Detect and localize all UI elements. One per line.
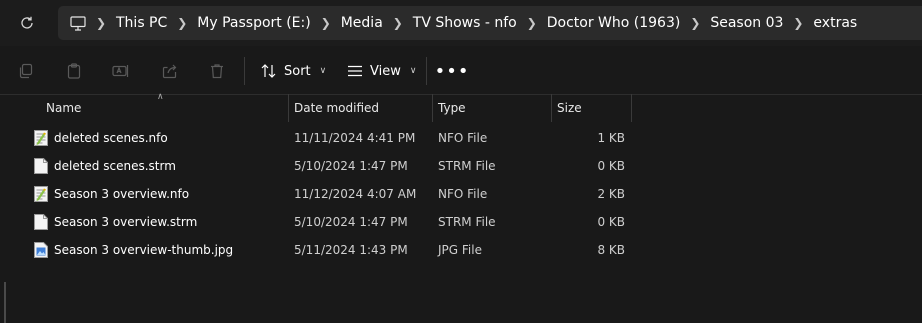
chevron-right-icon[interactable]: ❯ [383,16,413,30]
more-options-button[interactable]: ••• [435,60,469,82]
breadcrumb[interactable]: ❯ This PC ❯ My Passport (E:) ❯ Media ❯ T… [58,6,922,40]
column-divider[interactable] [432,94,433,122]
column-header: ∧ Name Date modified Type Size [0,92,922,122]
chevron-right-icon[interactable]: ❯ [167,16,197,30]
file-row[interactable]: deleted scenes.nfo 11/11/2024 4:41 PM NF… [0,124,922,152]
breadcrumb-tv-shows[interactable]: TV Shows - nfo [413,15,517,31]
sort-icon [261,64,276,78]
column-divider[interactable] [288,94,289,122]
chevron-right-icon[interactable]: ❯ [311,16,341,30]
toolbar-divider [426,57,427,85]
file-size: 0 KB [597,159,625,173]
blank-file-icon [34,214,48,230]
file-type: JPG File [438,243,482,257]
file-row[interactable]: Season 3 overview.nfo 11/12/2024 4:07 AM… [0,180,922,208]
chevron-down-icon: ∨ [409,66,417,76]
file-date: 5/10/2024 1:47 PM [294,159,408,173]
refresh-button[interactable] [14,11,40,35]
column-type[interactable]: Type [438,94,466,122]
file-type: STRM File [438,159,496,173]
file-date: 5/11/2024 1:43 PM [294,243,408,257]
file-list: deleted scenes.nfo 11/11/2024 4:41 PM NF… [0,124,922,264]
file-type: NFO File [438,131,488,145]
copy-icon[interactable] [16,61,36,81]
file-size: 0 KB [597,215,625,229]
chevron-right-icon[interactable]: ❯ [517,16,547,30]
file-row[interactable]: Season 3 overview-thumb.jpg 5/11/2024 1:… [0,236,922,264]
toolbar-divider [244,57,245,85]
file-type: NFO File [438,187,488,201]
breadcrumb-season[interactable]: Season 03 [710,15,783,31]
paste-icon[interactable] [64,61,84,81]
file-name: deleted scenes.nfo [54,131,168,145]
column-divider[interactable] [551,94,552,122]
chevron-down-icon: ∨ [319,66,327,76]
blank-file-icon [34,158,48,174]
breadcrumb-show[interactable]: Doctor Who (1963) [547,15,681,31]
file-name: Season 3 overview.nfo [54,187,190,201]
breadcrumb-drive[interactable]: My Passport (E:) [197,15,310,31]
file-size: 2 KB [597,187,625,201]
chevron-right-icon[interactable]: ❯ [680,16,710,30]
file-row[interactable]: Season 3 overview.strm 5/10/2024 1:47 PM… [0,208,922,236]
view-list-icon [348,65,362,77]
file-type: STRM File [438,215,496,229]
file-name: deleted scenes.strm [54,159,176,173]
view-button[interactable]: View ∨ [347,59,416,83]
refresh-icon [21,16,33,29]
column-date-modified[interactable]: Date modified [294,94,379,122]
file-date: 5/10/2024 1:47 PM [294,215,408,229]
view-label: View [370,63,401,79]
sort-label: Sort [284,63,311,79]
file-size: 8 KB [597,243,625,257]
file-name: Season 3 overview.strm [54,215,198,229]
file-date: 11/11/2024 4:41 PM [294,131,416,145]
address-bar: ❯ This PC ❯ My Passport (E:) ❯ Media ❯ T… [0,0,922,46]
sort-button[interactable]: Sort ∨ [261,59,326,83]
file-size: 1 KB [597,131,625,145]
this-pc-monitor-icon[interactable] [70,15,86,31]
share-icon[interactable] [160,61,180,81]
column-size[interactable]: Size [557,94,582,122]
nfo-file-icon [34,186,48,202]
breadcrumb-current-folder[interactable]: extras [813,15,857,31]
image-file-icon [34,242,48,258]
delete-icon[interactable] [207,61,227,81]
command-bar: Sort ∨ View ∨ ••• [0,47,922,95]
chevron-right-icon[interactable]: ❯ [86,16,116,30]
file-row[interactable]: deleted scenes.strm 5/10/2024 1:47 PM ST… [0,152,922,180]
column-name[interactable]: Name [46,94,81,122]
breadcrumb-this-pc[interactable]: This PC [116,15,167,31]
chevron-right-icon[interactable]: ❯ [783,16,813,30]
column-divider[interactable] [631,94,632,122]
rename-icon[interactable] [111,61,131,81]
sort-ascending-icon: ∧ [157,92,164,102]
file-date: 11/12/2024 4:07 AM [294,187,417,201]
nfo-file-icon [34,130,48,146]
file-name: Season 3 overview-thumb.jpg [54,243,234,257]
navigation-pane-edge [4,282,6,323]
breadcrumb-media[interactable]: Media [341,15,383,31]
